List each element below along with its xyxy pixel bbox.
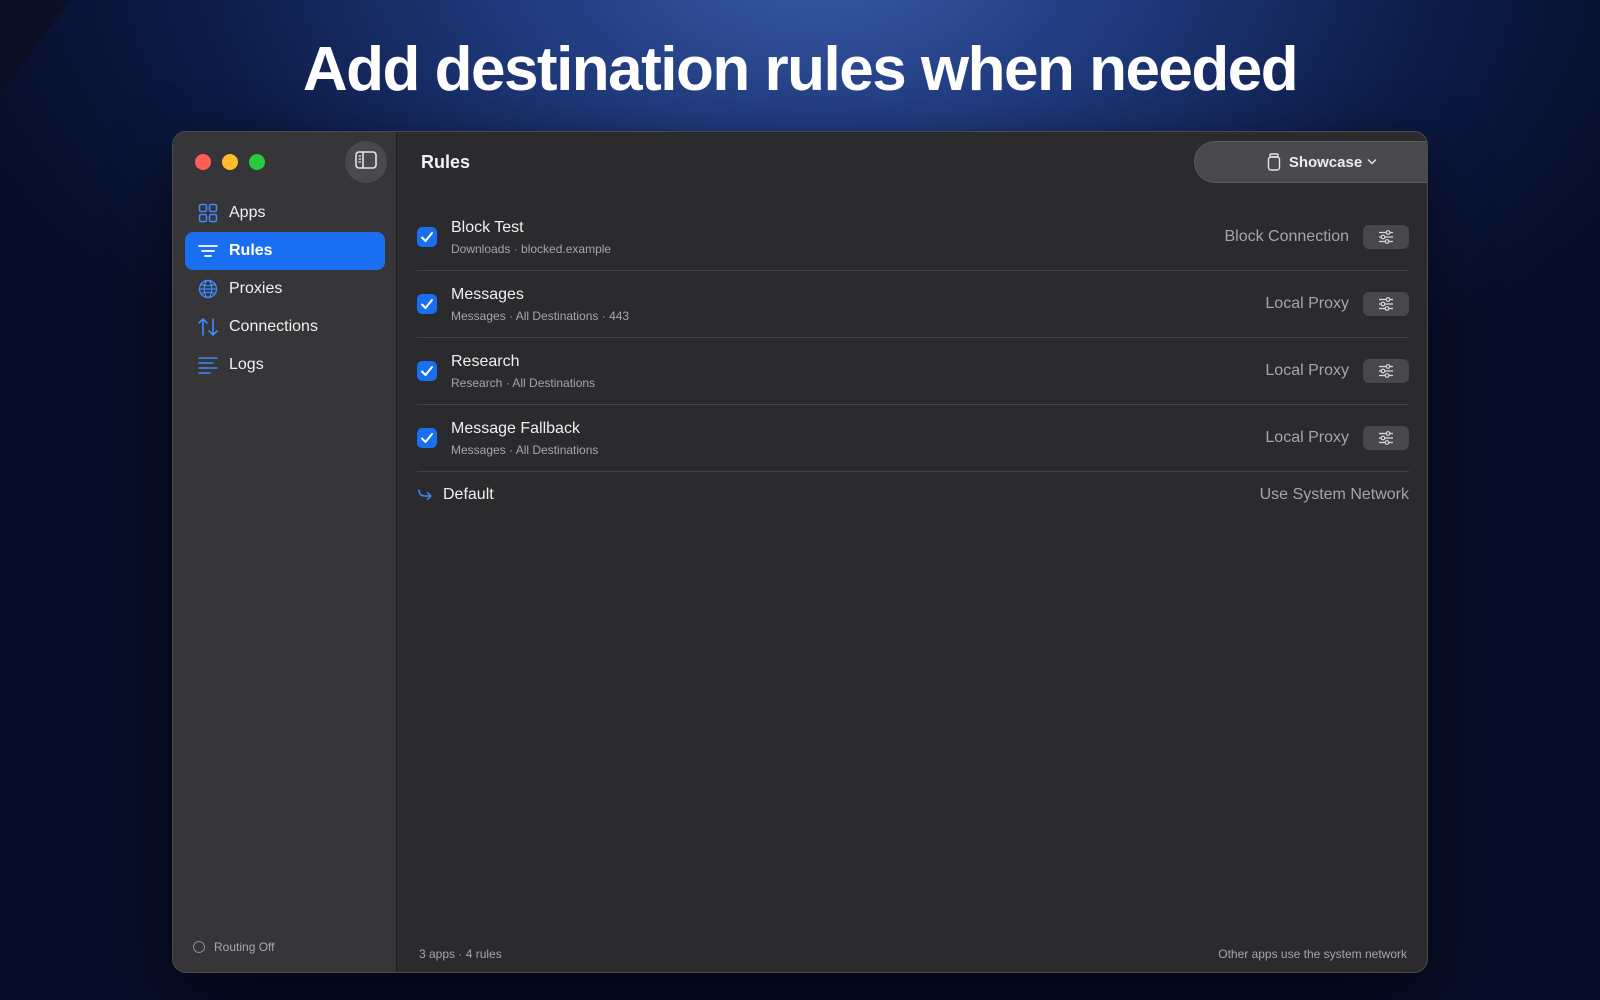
default-rule-action: Use System Network (1259, 486, 1409, 503)
rule-row[interactable]: Message Fallback Messages · All Destinat… (417, 405, 1409, 472)
rule-enabled-checkbox[interactable] (417, 361, 437, 381)
sidebar-toggle-icon (355, 150, 377, 174)
sidebar-item-label: Proxies (229, 280, 283, 297)
rule-action: Local Proxy (1265, 362, 1349, 379)
rule-settings-button[interactable] (1363, 426, 1409, 450)
status-circle-icon (193, 941, 205, 953)
sliders-icon (1379, 297, 1393, 311)
rule-row[interactable]: Block Test Downloads · blocked.example B… (417, 204, 1409, 271)
rule-text: Block Test Downloads · blocked.example (451, 219, 1224, 256)
rules-list: Block Test Downloads · blocked.example B… (417, 204, 1409, 518)
rule-text: Messages Messages · All Destinations · 4… (451, 286, 1265, 323)
rule-action: Local Proxy (1265, 295, 1349, 312)
rule-enabled-checkbox[interactable] (417, 428, 437, 448)
page-title: Rules (421, 152, 471, 172)
default-rule-row[interactable]: Default Use System Network (417, 472, 1409, 518)
rule-enabled-checkbox[interactable] (417, 294, 437, 314)
profile-label: Showcase (1288, 153, 1363, 171)
sliders-icon (1379, 230, 1393, 244)
rule-text: Research Research · All Destinations (451, 353, 1265, 390)
profile-selector[interactable]: Showcase (1194, 141, 1427, 183)
rule-detail: Research · All Destinations (451, 375, 596, 390)
sidebar-item-label: Connections (229, 318, 318, 335)
rule-enabled-checkbox[interactable] (417, 227, 437, 247)
chevron-down-icon (1367, 158, 1377, 166)
rule-row[interactable]: Research Research · All Destinations Loc… (417, 338, 1409, 405)
globe-icon (197, 278, 219, 300)
jar-icon (1267, 153, 1281, 171)
rule-text: Message Fallback Messages · All Destinat… (451, 420, 1265, 457)
app-window: Apps Rules Proxies Connections Logs Rout… (172, 131, 1428, 973)
headline: Add destination rules when needed (302, 35, 1299, 104)
rule-settings-button[interactable] (1363, 292, 1409, 316)
up-down-arrows-icon (197, 316, 219, 338)
grid-icon (197, 202, 219, 224)
zoom-window-button[interactable] (249, 154, 265, 170)
rule-settings-button[interactable] (1363, 225, 1409, 249)
sliders-icon (1379, 431, 1393, 445)
checkmark-icon (421, 366, 433, 376)
status-note: Other apps use the system network (1218, 947, 1407, 961)
rule-name: Message Fallback (451, 419, 580, 437)
rule-action: Local Proxy (1265, 429, 1349, 446)
checkmark-icon (421, 299, 433, 309)
rule-action: Block Connection (1224, 228, 1349, 245)
routing-status-label: Routing Off (214, 940, 275, 954)
sidebar-item-connections[interactable]: Connections (185, 308, 385, 346)
checkmark-icon (421, 232, 433, 242)
sidebar-item-proxies[interactable]: Proxies (185, 270, 385, 308)
main-panel: Rules Showcase Block Test Downloads · bl… (397, 132, 1427, 972)
checkmark-icon (421, 433, 433, 443)
rule-settings-button[interactable] (1363, 359, 1409, 383)
rule-name: Messages (451, 285, 524, 303)
sliders-icon (1379, 364, 1393, 378)
sidebar-item-rules[interactable]: Rules (185, 232, 385, 270)
return-arrow-icon (417, 488, 435, 502)
rule-name: Block Test (451, 218, 524, 236)
sidebar-item-label: Apps (229, 204, 266, 221)
sidebar-item-label: Rules (229, 242, 273, 259)
status-summary: 3 apps · 4 rules (419, 947, 502, 961)
sidebar-toggle-button[interactable] (345, 141, 387, 183)
routing-status: Routing Off (193, 940, 274, 954)
rule-name: Research (451, 352, 520, 370)
rule-detail: Messages · All Destinations · 443 (451, 308, 630, 323)
rule-detail: Messages · All Destinations (451, 442, 599, 457)
sidebar-nav: Apps Rules Proxies Connections Logs (185, 194, 385, 384)
sidebar-item-label: Logs (229, 356, 264, 373)
rule-detail: Downloads · blocked.example (451, 241, 612, 256)
default-rule-label: Default (443, 486, 494, 503)
filter-lines-icon (197, 240, 219, 262)
rule-row[interactable]: Messages Messages · All Destinations · 4… (417, 271, 1409, 338)
sidebar: Apps Rules Proxies Connections Logs Rout… (173, 132, 397, 972)
list-lines-icon (197, 354, 219, 376)
sidebar-item-logs[interactable]: Logs (185, 346, 385, 384)
close-window-button[interactable] (195, 154, 211, 170)
sidebar-item-apps[interactable]: Apps (185, 194, 385, 232)
minimize-window-button[interactable] (222, 154, 238, 170)
